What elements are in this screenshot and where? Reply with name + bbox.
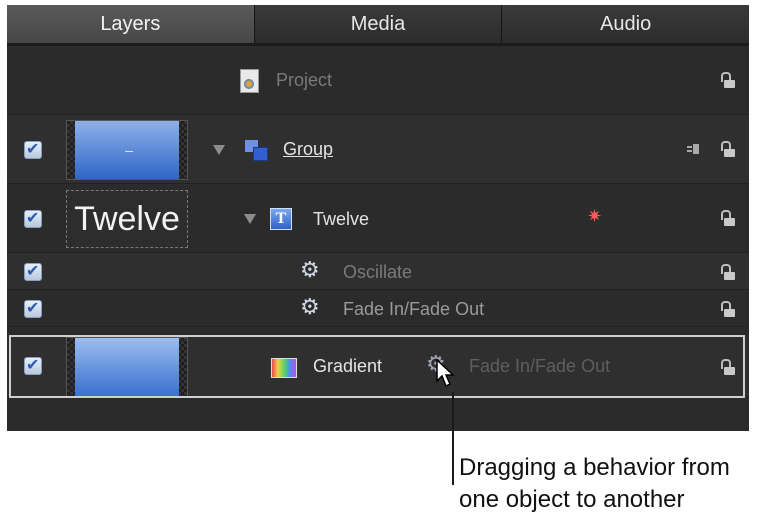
layer-row-oscillate[interactable]: ⚙ Oscillate <box>7 253 749 290</box>
lock-icon[interactable] <box>721 210 735 226</box>
lock-icon[interactable] <box>721 264 735 280</box>
document-icon <box>240 69 259 93</box>
lock-icon[interactable] <box>721 141 735 157</box>
pointer-cursor-icon <box>436 359 455 388</box>
gear-icon: ⚙ <box>300 295 320 320</box>
tab-audio[interactable]: Audio <box>502 5 749 43</box>
panel-tabs: Layers Media Audio <box>7 5 749 43</box>
visibility-checkbox[interactable] <box>24 298 42 318</box>
behavior-label-fade[interactable]: Fade In/Fade Out <box>343 299 484 320</box>
callout-line-2: one object to another <box>459 486 685 513</box>
visibility-checkbox[interactable] <box>24 261 42 281</box>
behavior-label-oscillate[interactable]: Oscillate <box>343 262 412 283</box>
disclosure-triangle-icon[interactable] <box>213 145 225 155</box>
drop-target-highlight <box>9 335 745 398</box>
gear-icon: ⚙ <box>300 258 320 283</box>
layers-panel: Layers Media Audio Project Group Twelve … <box>7 5 749 431</box>
layer-thumbnail-text: Twelve <box>66 190 188 248</box>
visibility-checkbox[interactable] <box>24 208 42 228</box>
visibility-checkbox[interactable] <box>24 139 42 159</box>
tab-media[interactable]: Media <box>254 5 503 43</box>
group-icon <box>245 140 268 161</box>
lock-icon[interactable] <box>721 301 735 317</box>
layer-thumbnail <box>66 120 188 180</box>
disclosure-triangle-icon[interactable] <box>244 214 256 224</box>
layer-row-fade[interactable]: ⚙ Fade In/Fade Out <box>7 290 749 327</box>
layer-label-group[interactable]: Group <box>283 139 333 160</box>
text-layer-icon: T <box>270 208 292 230</box>
layer-row-project[interactable]: Project <box>7 46 749 115</box>
lock-icon[interactable] <box>721 72 735 88</box>
layer-row-twelve[interactable]: Twelve T Twelve ✷ <box>7 184 749 253</box>
callout-line <box>452 392 454 485</box>
tab-layers[interactable]: Layers <box>7 5 255 43</box>
behavior-off-icon[interactable]: ✷ <box>587 206 602 227</box>
visibility-icon[interactable] <box>687 144 705 156</box>
layer-row-group[interactable]: Group <box>7 115 749 184</box>
callout-caption: Dragging a behavior from one object to a… <box>459 452 730 516</box>
layer-label-project: Project <box>276 70 333 90</box>
layer-label-twelve[interactable]: Twelve <box>313 209 369 230</box>
callout-line-1: Dragging a behavior from <box>459 454 730 481</box>
